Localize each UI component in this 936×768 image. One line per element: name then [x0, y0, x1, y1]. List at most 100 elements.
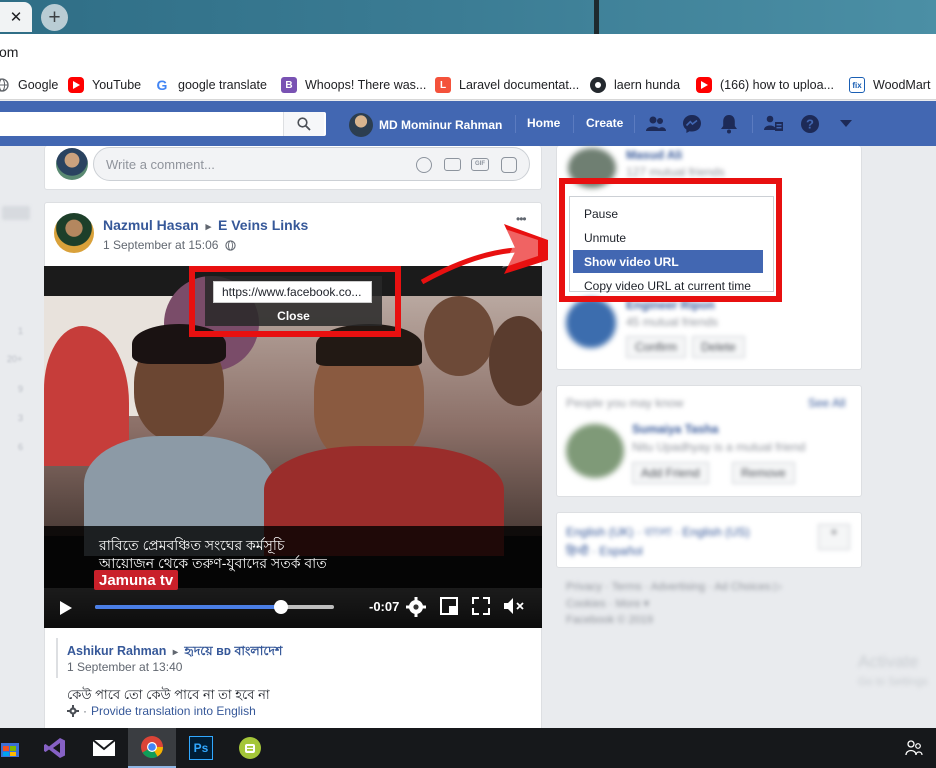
address-bar[interactable]: om	[0, 34, 936, 70]
android-icon[interactable]	[226, 728, 274, 768]
photoshop-icon[interactable]: Ps	[177, 728, 225, 768]
comment-placeholder: Write a comment...	[106, 157, 215, 172]
notifications-bell-icon[interactable]	[718, 113, 740, 135]
avatar	[566, 424, 624, 478]
bookmark-youtube-video[interactable]: (166) how to uploa...	[696, 76, 834, 94]
mail-icon[interactable]	[80, 728, 128, 768]
fullscreen-icon[interactable]	[472, 597, 490, 615]
woodmart-icon: fix	[849, 77, 865, 93]
messenger-icon[interactable]	[681, 113, 703, 135]
bookmark-google-translate[interactable]: G google translate	[154, 76, 267, 94]
windows-store-icon[interactable]	[0, 728, 34, 768]
windows-taskbar: Ps	[0, 728, 936, 768]
search-button[interactable]	[283, 112, 324, 136]
bookmark-whoops[interactable]: B Whoops! There was...	[281, 76, 426, 94]
caret-right-icon: ▸	[205, 221, 212, 233]
post-date[interactable]: 1 September at 15:06	[103, 238, 218, 252]
bookmark-label: (166) how to uploa...	[720, 78, 834, 92]
search-icon	[297, 117, 311, 131]
search-input[interactable]	[0, 112, 326, 136]
pymk-subtitle: Nitu Upadhyay is a mutual friend	[632, 440, 806, 454]
gif-icon[interactable]: GIF	[471, 158, 489, 171]
post-target-group[interactable]: E Veins Links	[218, 217, 308, 233]
sidebar-count: 9	[18, 384, 24, 394]
browser-tab[interactable]: ✕	[0, 2, 32, 32]
bookmarks-bar: Google YouTube G google translate B Whoo…	[0, 70, 936, 100]
muted-speaker-icon[interactable]	[503, 597, 525, 615]
friend-name: Masud Ali	[626, 148, 683, 162]
remove-button[interactable]: Remove	[732, 462, 795, 484]
bookmark-google[interactable]: Google	[0, 76, 58, 94]
video-progress-bar[interactable]	[95, 600, 334, 614]
quick-help-icon[interactable]	[763, 113, 785, 135]
new-tab-button[interactable]: +	[41, 4, 68, 31]
shared-post-date[interactable]: 1 September at 13:40	[67, 660, 182, 674]
background-person	[424, 296, 494, 376]
facebook-header: MD Mominur Rahman Home Create ?	[0, 101, 936, 146]
footer-links[interactable]: Privacy · Terms · Advertising · Ad Choic…	[566, 580, 782, 593]
mutual-friends: 45 mutual friends	[626, 315, 719, 329]
avatar	[349, 113, 373, 137]
bookmark-label: WoodMart	[873, 78, 931, 92]
divider	[573, 115, 574, 133]
post-author[interactable]: Nazmul Hasan ▸ E Veins Links	[103, 217, 308, 233]
sidebar-count: 3	[18, 413, 24, 423]
play-icon[interactable]	[59, 600, 73, 616]
language-options[interactable]: English (UK) · বাংলা · English (US)	[566, 524, 750, 544]
comment-input[interactable]: Write a comment... GIF	[93, 147, 530, 181]
emoji-icon[interactable]	[416, 157, 432, 173]
camera-icon[interactable]	[444, 158, 461, 171]
sidebar-count: 20+	[7, 354, 23, 364]
video-scrubber-handle[interactable]	[274, 600, 289, 614]
shared-target-page[interactable]: হৃদয়ে ʙᴅ বাংলাদেশ	[184, 644, 282, 658]
video-time-remaining: -0:07	[369, 599, 400, 614]
language-options[interactable]: हिन्दी · Español	[566, 542, 643, 559]
create-link[interactable]: Create	[586, 116, 623, 130]
gear-icon	[67, 705, 79, 717]
translate-link-text[interactable]: Provide translation into English	[91, 704, 256, 718]
settings-gear-icon[interactable]	[406, 597, 426, 617]
google-icon: G	[156, 77, 168, 93]
confirm-button[interactable]: Confirm	[626, 336, 687, 358]
bookmark-youtube[interactable]: YouTube	[68, 76, 141, 94]
account-menu-chevron-icon[interactable]	[835, 113, 857, 135]
add-friend-button[interactable]: Add Friend	[632, 462, 709, 484]
profile-link[interactable]: MD Mominur Rahman	[349, 113, 502, 137]
post-timestamp[interactable]: 1 September at 15:06	[103, 238, 236, 252]
shared-author-name[interactable]: Ashikur Rahman	[67, 644, 166, 658]
wallpaper-detail	[594, 0, 599, 34]
sidebar-count: 1	[18, 326, 24, 336]
bookmark-github[interactable]: laern hunda	[590, 76, 680, 94]
friend-requests-icon[interactable]	[645, 113, 667, 135]
bookmark-laravel[interactable]: L Laravel documentat...	[435, 76, 579, 94]
footer-links[interactable]: Cookies · More ▾	[566, 597, 649, 610]
tab-close-icon[interactable]: ✕	[10, 8, 23, 26]
visual-studio-icon[interactable]	[31, 728, 79, 768]
author-name[interactable]: Nazmul Hasan	[103, 217, 199, 233]
help-icon[interactable]: ?	[799, 113, 821, 135]
pymk-name: Sumaiya Tasha	[632, 422, 719, 436]
add-language-button[interactable]: +	[818, 524, 850, 550]
jamuna-tv-logo: Jamuna tv	[99, 571, 174, 589]
windows-activate-subtitle: Go to Settings	[858, 676, 928, 688]
bookmark-woodmart[interactable]: fix WoodMart	[849, 76, 930, 94]
bookmark-label: YouTube	[92, 78, 142, 92]
home-link[interactable]: Home	[527, 116, 560, 130]
svg-text:?: ?	[806, 117, 814, 132]
picture-in-picture-icon[interactable]	[440, 597, 458, 615]
youtube-icon	[68, 77, 84, 93]
see-all-link[interactable]: See All	[808, 396, 845, 410]
profile-name: MD Mominur Rahman	[379, 118, 503, 132]
sticker-icon[interactable]	[501, 157, 517, 173]
author-avatar[interactable]	[54, 213, 94, 253]
chrome-icon[interactable]	[128, 728, 176, 768]
bookmark-label: laern hunda	[614, 78, 681, 92]
delete-button[interactable]: Delete	[692, 336, 745, 358]
left-sidebar: 1 20+ 9 3 6	[0, 146, 40, 728]
address-text[interactable]: om	[0, 44, 18, 60]
people-icon[interactable]	[890, 728, 936, 768]
globe-icon	[225, 240, 236, 251]
github-icon	[590, 77, 606, 93]
dot-separator: ·	[83, 704, 87, 718]
translate-link[interactable]: · Provide translation into English	[67, 704, 256, 718]
